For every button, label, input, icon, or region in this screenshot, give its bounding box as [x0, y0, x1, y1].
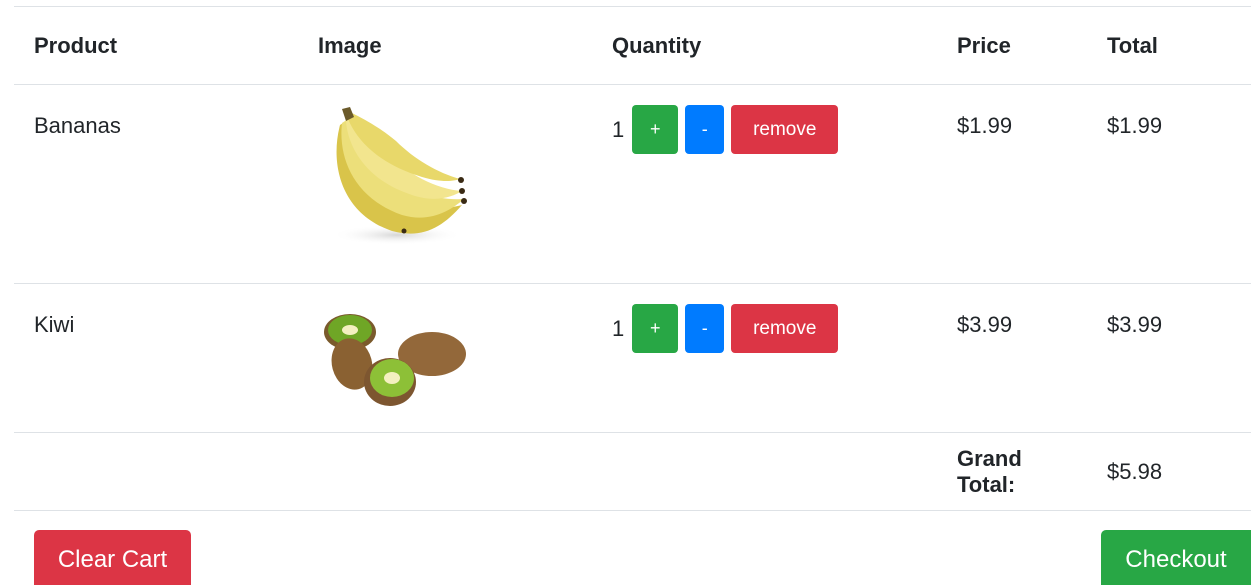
table-header-row: Product Image Quantity Price Total: [14, 7, 1251, 85]
product-name: Bananas: [14, 84, 298, 284]
decrease-quantity-button[interactable]: -: [685, 105, 725, 154]
product-name: Kiwi: [14, 283, 298, 433]
product-image-cell: [298, 84, 592, 284]
increase-quantity-button[interactable]: +: [632, 105, 679, 154]
table-row: Bananas 1 + - remove $1.99 $1.99: [14, 84, 1251, 284]
clear-cart-button[interactable]: Clear Cart: [34, 530, 191, 585]
unit-price: $1.99: [937, 84, 1087, 284]
table-row: Kiwi 1 + - remove $3.99 $3.99: [14, 283, 1251, 433]
line-total: $1.99: [1087, 84, 1251, 284]
header-price: Price: [937, 7, 1087, 85]
checkout-button[interactable]: Checkout: [1101, 530, 1251, 585]
increase-quantity-button[interactable]: +: [632, 304, 679, 353]
grand-total-value: $5.98: [1087, 432, 1251, 511]
grand-total-label: Grand Total:: [937, 432, 1087, 511]
cart-page: Product Image Quantity Price Total Banan…: [0, 0, 1251, 585]
unit-price: $3.99: [937, 283, 1087, 433]
header-quantity: Quantity: [592, 7, 937, 85]
quantity-value: 1: [612, 116, 625, 142]
cart-actions: Clear Cart Checkout: [34, 530, 1251, 585]
kiwi-image: [324, 314, 466, 406]
header-total: Total: [1087, 7, 1251, 85]
grand-total-row: Grand Total: $5.98: [14, 432, 1251, 511]
line-total: $3.99: [1087, 283, 1251, 433]
remove-item-button[interactable]: remove: [731, 304, 839, 353]
quantity-cell: 1 + - remove: [592, 283, 937, 433]
quantity-cell: 1 + - remove: [592, 84, 937, 284]
decrease-quantity-button[interactable]: -: [685, 304, 725, 353]
bananas-image: [332, 107, 467, 245]
header-product: Product: [14, 7, 298, 85]
header-image: Image: [298, 7, 592, 85]
quantity-value: 1: [612, 315, 625, 341]
product-image-cell: [298, 283, 592, 433]
cart-table: Product Image Quantity Price Total Banan…: [14, 7, 1251, 511]
remove-item-button[interactable]: remove: [731, 105, 839, 154]
